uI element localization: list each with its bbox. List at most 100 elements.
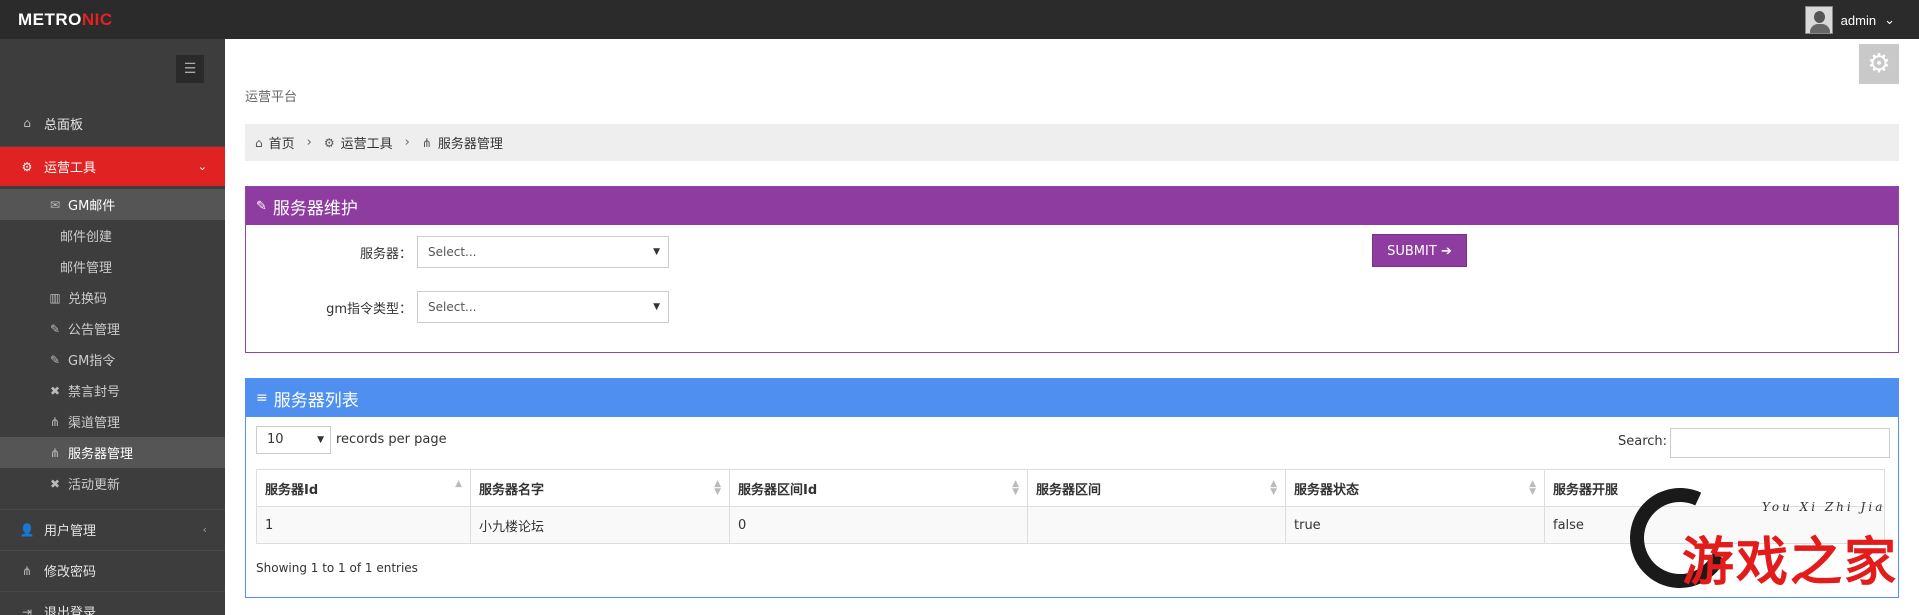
sidebar-item-dashboard[interactable]: ⌂ 总面板 bbox=[0, 103, 225, 143]
breadcrumb: ⌂ 首页 › ⚙ 运营工具 › ⋔ 服务器管理 bbox=[245, 124, 1899, 161]
gm-type-label: gm指令类型： bbox=[326, 302, 412, 317]
sidebar: ☰ ⌂ 总面板 ⚙ 运营工具 ⌄ ✉ GM邮件 邮件创建 邮件管理 ▥ 兑换码 … bbox=[0, 39, 225, 615]
breadcrumb-server-manage: 服务器管理 bbox=[437, 137, 503, 152]
sidebar-toggle-button[interactable]: ☰ bbox=[176, 55, 204, 83]
sidebar-item-gm-mail[interactable]: ✉ GM邮件 bbox=[0, 189, 225, 220]
caret-down-icon: ▼ bbox=[317, 435, 324, 445]
records-per-page-label: records per page bbox=[336, 432, 447, 447]
sidebar-item-redeem-code[interactable]: ▥ 兑换码 bbox=[0, 282, 225, 313]
sidebar-item-label: 邮件管理 bbox=[60, 261, 113, 276]
server-label: 服务器： bbox=[359, 247, 412, 262]
sidebar-item-label: 渠道管理 bbox=[68, 416, 121, 431]
server-maintenance-panel: ✎ 服务器维护 bbox=[245, 186, 1899, 353]
column-header-zone-id[interactable]: 服务器区间Id ▲ ▼ bbox=[729, 469, 1028, 507]
close-icon: ✖ bbox=[49, 383, 61, 398]
sort-icon: ▲ ▼ bbox=[1529, 479, 1536, 497]
sidebar-item-label: 邮件创建 bbox=[60, 230, 113, 245]
sidebar-item-mail-manage[interactable]: 邮件管理 bbox=[0, 251, 225, 282]
sidebar-item-label: 退出登录 bbox=[44, 606, 97, 615]
cell-server-status: true bbox=[1285, 506, 1545, 544]
sidebar-item-user-manage[interactable]: 👤 用户管理 ‹ bbox=[0, 509, 225, 549]
home-icon: ⌂ bbox=[23, 116, 31, 130]
panel-header: ✎ 服务器维护 bbox=[246, 187, 1898, 225]
app-logo[interactable]: METRONIC bbox=[18, 10, 113, 30]
panel-header: ≡ 服务器列表 bbox=[246, 379, 1898, 417]
settings-gear-button[interactable]: ⚙ bbox=[1859, 44, 1899, 84]
server-select[interactable]: Select... ▼ bbox=[417, 236, 669, 268]
close-icon: ✖ bbox=[49, 476, 61, 491]
submit-button[interactable]: SUBMIT ➔ bbox=[1372, 234, 1467, 267]
barcode-icon: ▥ bbox=[49, 290, 61, 305]
submit-label: SUBMIT bbox=[1387, 244, 1437, 259]
sidebar-item-logout[interactable]: ⇥ 退出登录 bbox=[0, 591, 225, 615]
cell-zone bbox=[1027, 506, 1286, 544]
watermark-logo: You Xi Zhi Jia 游戏之家 bbox=[1615, 473, 1912, 603]
pencil-icon: ✎ bbox=[49, 321, 61, 336]
sidebar-item-label: 修改密码 bbox=[44, 565, 97, 580]
sidebar-item-label: GM邮件 bbox=[68, 199, 116, 214]
page-length-select[interactable]: 10 ▼ bbox=[256, 426, 331, 454]
pencil-icon: ✎ bbox=[49, 352, 61, 367]
sidebar-item-label: 服务器管理 bbox=[68, 447, 134, 462]
breadcrumb-ops-tools[interactable]: 运营工具 bbox=[341, 133, 393, 152]
sort-asc-icon: ▲ bbox=[455, 479, 462, 489]
chevron-left-icon: ‹ bbox=[202, 523, 207, 536]
user-menu[interactable]: admin ⌄ bbox=[1804, 6, 1895, 34]
sidebar-item-ban-account[interactable]: ✖ 禁言封号 bbox=[0, 375, 225, 406]
page-title: 运营平台 bbox=[245, 90, 298, 105]
search-label: Search: bbox=[1618, 434, 1668, 449]
sidebar-item-ops-tools[interactable]: ⚙ 运营工具 ⌄ bbox=[0, 146, 225, 186]
home-icon: ⌂ bbox=[255, 135, 263, 150]
sidebar-item-label: GM指令 bbox=[68, 354, 116, 369]
page-length-value: 10 bbox=[267, 432, 284, 447]
chevron-down-icon: ⌄ bbox=[197, 160, 207, 173]
sidebar-item-label: 公告管理 bbox=[68, 323, 121, 338]
envelope-icon: ✉ bbox=[49, 197, 61, 212]
avatar bbox=[1804, 6, 1833, 34]
column-header-zone[interactable]: 服务器区间 ▲ ▼ bbox=[1027, 469, 1286, 507]
sidebar-item-label: 用户管理 bbox=[44, 524, 97, 539]
sidebar-item-gm-command[interactable]: ✎ GM指令 bbox=[0, 344, 225, 375]
sidebar-item-notice-manage[interactable]: ✎ 公告管理 bbox=[0, 313, 225, 344]
column-header-server-status[interactable]: 服务器状态 ▲ ▼ bbox=[1285, 469, 1545, 507]
logout-icon: ⇥ bbox=[21, 604, 33, 615]
sort-icon: ▲ ▼ bbox=[714, 479, 721, 497]
sidebar-item-label: 禁言封号 bbox=[68, 385, 121, 400]
chevron-right-icon: › bbox=[404, 135, 410, 150]
sidebar-item-mail-create[interactable]: 邮件创建 bbox=[0, 220, 225, 251]
caret-down-icon: ▼ bbox=[653, 302, 660, 312]
server-select-value: Select... bbox=[428, 245, 477, 259]
gm-type-select-value: Select... bbox=[428, 300, 477, 314]
arrow-circle-right-icon: ➔ bbox=[1440, 244, 1452, 259]
breadcrumb-home[interactable]: 首页 bbox=[269, 133, 295, 152]
sidebar-item-channel-manage[interactable]: ⋔ 渠道管理 bbox=[0, 406, 225, 437]
column-header-server-id[interactable]: 服务器Id ▲ bbox=[256, 469, 471, 507]
sidebar-item-label: 活动更新 bbox=[68, 478, 121, 493]
cogs-icon: ⚙ bbox=[323, 135, 335, 150]
cogs-icon: ⚙ bbox=[21, 159, 33, 174]
gm-type-select[interactable]: Select... ▼ bbox=[417, 291, 669, 323]
panel-title: 服务器维护 bbox=[272, 198, 358, 219]
sitemap-icon: ⋔ bbox=[421, 135, 432, 150]
top-header: METRONIC admin ⌄ bbox=[0, 0, 1919, 39]
sidebar-item-change-password[interactable]: ⋔ 修改密码 bbox=[0, 550, 225, 590]
sort-icon: ▲ ▼ bbox=[1270, 479, 1277, 497]
edit-icon: ✎ bbox=[256, 198, 267, 214]
sidebar-item-label: 运营工具 bbox=[44, 161, 97, 176]
column-header-server-name[interactable]: 服务器名字 ▲ ▼ bbox=[470, 469, 730, 507]
table-info: Showing 1 to 1 of 1 entries bbox=[256, 561, 418, 575]
cell-server-name: 小九楼论坛 bbox=[470, 506, 730, 544]
cell-zone-id: 0 bbox=[729, 506, 1028, 544]
chevron-down-icon: ⌄ bbox=[1884, 12, 1895, 27]
sidebar-item-label: 兑换码 bbox=[68, 292, 108, 307]
sitemap-icon: ⋔ bbox=[49, 414, 61, 429]
sidebar-item-label: 总面板 bbox=[44, 117, 84, 133]
sidebar-item-activity-update[interactable]: ✖ 活动更新 bbox=[0, 468, 225, 499]
caret-down-icon: ▼ bbox=[653, 247, 660, 257]
chevron-right-icon: › bbox=[306, 135, 312, 150]
sitemap-icon: ⋔ bbox=[21, 563, 33, 578]
gear-icon: ⚙ bbox=[1867, 49, 1891, 79]
search-input[interactable] bbox=[1670, 428, 1890, 458]
watermark-en: You Xi Zhi Jia bbox=[1762, 500, 1886, 514]
sidebar-item-server-manage[interactable]: ⋔ 服务器管理 bbox=[0, 437, 225, 468]
